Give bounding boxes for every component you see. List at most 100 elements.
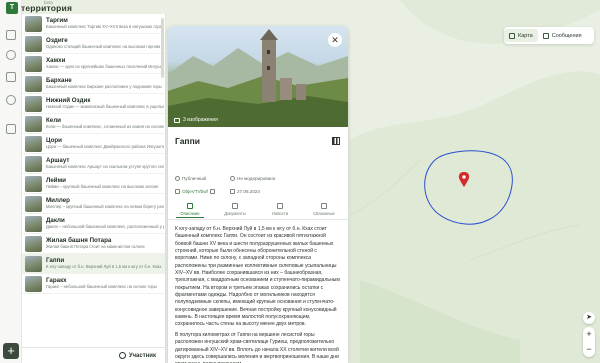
- list-item[interactable]: Цори Цори — башенный комплекс Джейрахског…: [22, 134, 165, 154]
- moderation-meta: Не модерировано: [230, 176, 275, 181]
- thumbnail: [25, 15, 42, 32]
- item-name: Аршаут: [46, 156, 70, 164]
- description-paragraph: В полутора километрах от Гаппи на вершин…: [175, 331, 339, 363]
- list-item[interactable]: Нижний Оздик Нижний Оздик — живописный ба…: [22, 94, 165, 114]
- item-name: Лейми: [46, 176, 66, 184]
- date-meta: 27.06.2024: [230, 189, 260, 194]
- item-desc: Одиноко стоящий башенный комплекс на выс…: [46, 44, 164, 50]
- zoom-in-button[interactable]: +: [583, 327, 595, 342]
- list-item[interactable]: Жилая башня Потара Жилая башня Потара сто…: [22, 234, 165, 254]
- thumbnail: [25, 215, 42, 232]
- shield-icon[interactable]: [6, 124, 16, 134]
- thumbnail: [25, 155, 42, 172]
- item-desc: К югу-западу от б.н. Верхний Луй в 1,5 к…: [46, 264, 162, 270]
- locate-icon: ➤: [586, 314, 592, 321]
- nav-rail: +: [0, 0, 22, 363]
- beta-label: beta: [44, 0, 53, 5]
- globe-icon: [175, 176, 180, 181]
- item-name: Миллер: [46, 196, 70, 204]
- list-item[interactable]: Аршаут Башенный комплекс Аршаут на скальн…: [22, 154, 165, 174]
- user-icon: [118, 352, 126, 359]
- status-meta: Публичный: [175, 176, 206, 181]
- list-item[interactable]: Оздиге Одиноко стоящий башенный комплекс …: [22, 34, 165, 54]
- user-label: Участник: [128, 352, 156, 359]
- list-item[interactable]: Бархане Башенный комплекс Бархане располо…: [22, 74, 165, 94]
- item-desc: Миллер – крупный башенный комплекс на ле…: [46, 204, 164, 210]
- list-item[interactable]: Лейми Лейми – крупный башенный комплекс н…: [22, 174, 165, 194]
- item-desc: Цори — башенный комплекс Джейрахского ра…: [46, 144, 164, 150]
- object-photo[interactable]: ✕ 3 изображения: [168, 26, 348, 127]
- item-desc: Хамхи — одно из крупнейших башенных посе…: [46, 64, 164, 70]
- thumbnail: [25, 55, 42, 72]
- photo-count-label: 3 изображения: [183, 117, 218, 123]
- item-name: Хамхи: [46, 56, 66, 64]
- object-title: Гаппи: [175, 136, 200, 146]
- tab-related[interactable]: Связанные: [302, 202, 346, 216]
- zoom-control: + −: [583, 327, 595, 357]
- tab-news[interactable]: Новости: [258, 202, 302, 216]
- object-list: Таргим Башенный комплекс Таргим XV–XVII в…: [22, 14, 166, 363]
- description-paragraph: К югу-западу от б.н. Верхний Луй в 1,5 к…: [175, 226, 340, 328]
- photo-count[interactable]: 3 изображения: [174, 117, 218, 123]
- moderation-icon: [230, 176, 235, 181]
- thumbnail: [25, 95, 42, 112]
- thumbnail: [25, 255, 42, 272]
- item-name: Жилая башня Потара: [46, 236, 112, 244]
- tag-icon: [175, 189, 180, 194]
- list-item[interactable]: Хамхи Хамхи — одно из крупнейших башенных…: [22, 54, 165, 74]
- item-name: Гаракх: [46, 276, 67, 284]
- group-icon[interactable]: [6, 30, 16, 40]
- copy-icon[interactable]: [209, 189, 215, 194]
- list-item[interactable]: Дакли Дакли – небольшой башенный комплекс…: [22, 214, 165, 234]
- link-icon: [321, 203, 327, 209]
- list-item[interactable]: Миллер Миллер – крупный башенный комплекс…: [22, 194, 165, 214]
- tab-description[interactable]: Описание: [168, 202, 212, 218]
- thumbnail: [25, 135, 42, 152]
- image-icon: [174, 117, 180, 123]
- tab-documents[interactable]: Документы: [213, 202, 257, 216]
- document-icon: [187, 203, 193, 209]
- item-name: Нижний Оздик: [46, 96, 91, 104]
- item-desc: Башенный комплекс Таргим XV–XVII века в …: [46, 24, 164, 30]
- app-logo[interactable]: Т территория beta: [6, 0, 72, 14]
- locate-button[interactable]: ➤: [583, 312, 595, 324]
- list-footer: Участник: [22, 347, 165, 363]
- item-name: Бархане: [46, 76, 72, 84]
- item-desc: Нижний Оздик — живописный башенный компл…: [46, 104, 164, 110]
- object-id-meta[interactable]: ObjeVTVbwf: [175, 189, 215, 194]
- view-switcher: Карта Сообщения: [504, 27, 594, 44]
- object-description: К югу-западу от б.н. Верхний Луй в 1,5 к…: [175, 226, 341, 363]
- thumbnail: [25, 75, 42, 92]
- messages-button[interactable]: Сообщения: [538, 29, 587, 42]
- thumbnail: [25, 235, 42, 252]
- item-desc: Башенный комплекс Аршаут на скальном уст…: [46, 164, 164, 170]
- item-desc: Гаракх – небольшой башенный комплекс на …: [46, 284, 157, 290]
- list-scrollbar[interactable]: [161, 18, 164, 78]
- message-icon: [542, 32, 549, 39]
- close-button[interactable]: ✕: [328, 33, 342, 47]
- list-item-selected[interactable]: Гаппи К югу-западу от б.н. Верхний Луй в …: [22, 254, 165, 274]
- qr-code-icon[interactable]: [332, 137, 340, 145]
- item-name: Дакли: [46, 216, 65, 224]
- card-tabs: Описание Документы Новости Связанные: [168, 202, 348, 220]
- list-item[interactable]: Гаракх Гаракх – небольшой башенный компле…: [22, 274, 165, 294]
- map-button[interactable]: Карта: [504, 29, 538, 42]
- thumbnail: [25, 35, 42, 52]
- list-item[interactable]: Кели Кели — башенный комплекс, сложенный …: [22, 114, 165, 134]
- zoom-out-button[interactable]: −: [583, 342, 595, 357]
- layers-icon[interactable]: [6, 72, 16, 82]
- add-button[interactable]: +: [3, 343, 19, 359]
- thumbnail: [25, 275, 42, 292]
- list-item[interactable]: Таргим Башенный комплекс Таргим XV–XVII в…: [22, 14, 165, 34]
- user-menu[interactable]: Участник: [118, 352, 156, 359]
- date-label: 27.06.2024: [237, 189, 260, 194]
- news-icon: [277, 203, 283, 209]
- item-desc: Лейми – крупный башенный комплекс на выс…: [46, 184, 159, 190]
- profile-icon[interactable]: [6, 50, 16, 60]
- info-icon[interactable]: [6, 95, 16, 105]
- item-name: Гаппи: [46, 256, 65, 264]
- item-desc: Дакли – небольшой башенный комплекс, рас…: [46, 224, 164, 230]
- item-desc: Кели — башенный комплекс, сложенный из к…: [46, 124, 164, 130]
- object-detail-card: ✕ 3 изображения Гаппи Публичный Не модер…: [168, 26, 348, 363]
- item-name: Оздиге: [46, 36, 68, 44]
